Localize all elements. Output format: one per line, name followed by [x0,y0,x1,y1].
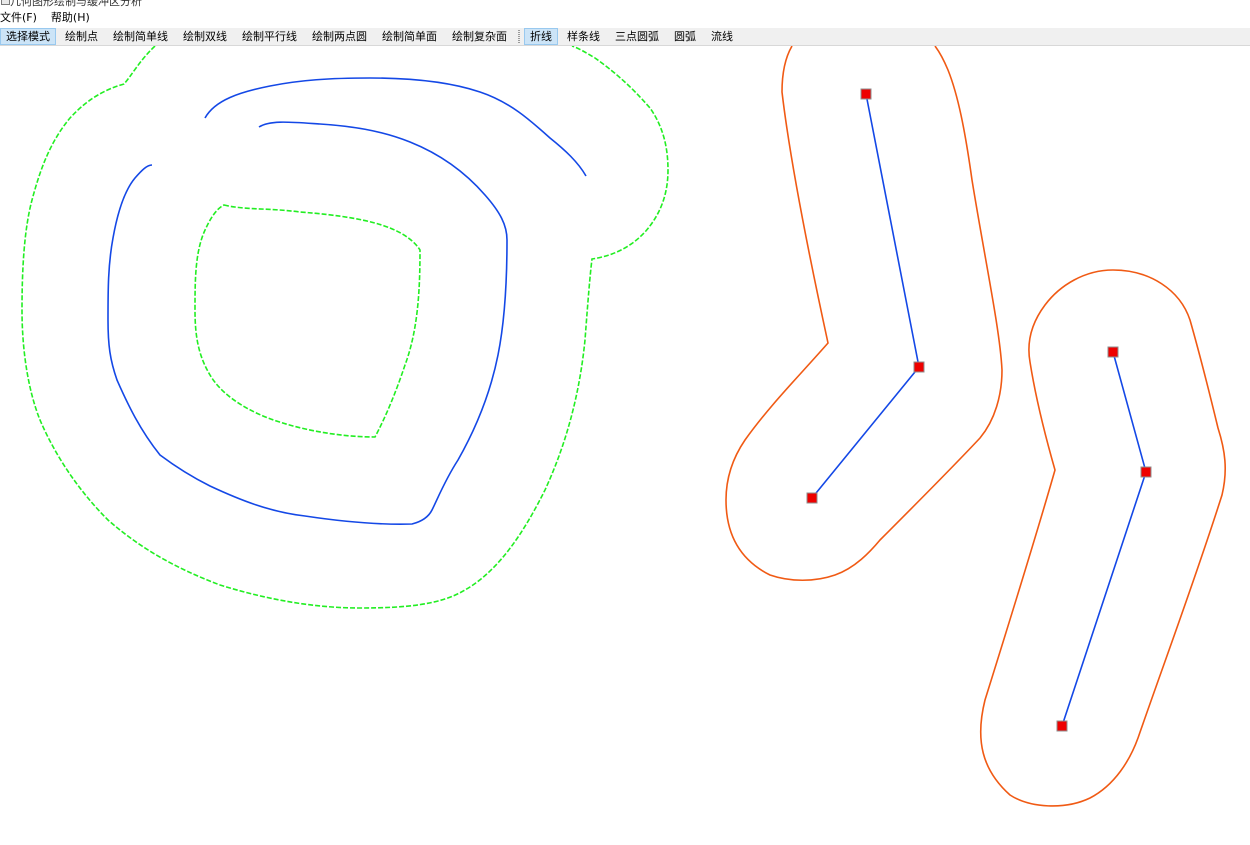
polyline-group-1 [725,46,1003,581]
draw-double-line-button[interactable]: 绘制双线 [177,28,233,45]
draw-simple-polygon-button[interactable]: 绘制简单面 [376,28,443,45]
vertex-handle[interactable] [1056,720,1068,732]
three-point-arc-button[interactable]: 三点圆弧 [609,28,665,45]
vertex-handle[interactable] [913,361,925,373]
draw-two-point-circle-button[interactable]: 绘制两点圆 [306,28,373,45]
toolbar-separator [518,30,520,43]
vertex-handle[interactable] [1107,346,1119,358]
title-bar: 几何图形绘制与缓冲区分析 [0,0,1250,8]
streamline-button[interactable]: 流线 [705,28,739,45]
freehand-line-2[interactable] [107,121,508,525]
toolbar: 选择模式 绘制点 绘制简单线 绘制双线 绘制平行线 绘制两点圆 绘制简单面 绘制… [0,28,1250,46]
polyline-2[interactable] [1061,351,1147,727]
vertex-handle[interactable] [1140,466,1152,478]
buffer-outline-inner[interactable] [194,204,421,438]
menu-file[interactable]: 文件(F) [0,9,44,27]
spline-button[interactable]: 样条线 [561,28,606,45]
select-mode-button[interactable]: 选择模式 [0,28,56,45]
polyline-group-2 [979,269,1226,807]
menu-help[interactable]: 帮助(H) [51,9,97,27]
vertex-handle[interactable] [860,88,872,100]
polyline-1[interactable] [811,93,920,499]
arc-button[interactable]: 圆弧 [668,28,702,45]
drawing-canvas[interactable] [0,46,1250,845]
app-icon [1,0,10,5]
menu-bar: 文件(F) 帮助(H) [0,9,1250,27]
polyline-button[interactable]: 折线 [524,28,558,45]
draw-parallel-line-button[interactable]: 绘制平行线 [236,28,303,45]
buffer-outline-outer[interactable] [21,46,669,609]
draw-point-button[interactable]: 绘制点 [59,28,104,45]
freehand-group [21,46,669,609]
buffer-outline-orange-1[interactable] [725,46,1003,581]
buffer-outline-orange-2[interactable] [979,269,1226,807]
freehand-line-1[interactable] [204,77,587,177]
draw-complex-polygon-button[interactable]: 绘制复杂面 [446,28,513,45]
vertex-handle[interactable] [806,492,818,504]
draw-simple-line-button[interactable]: 绘制简单线 [107,28,174,45]
window-title: 几何图形绘制与缓冲区分析 [10,0,142,8]
